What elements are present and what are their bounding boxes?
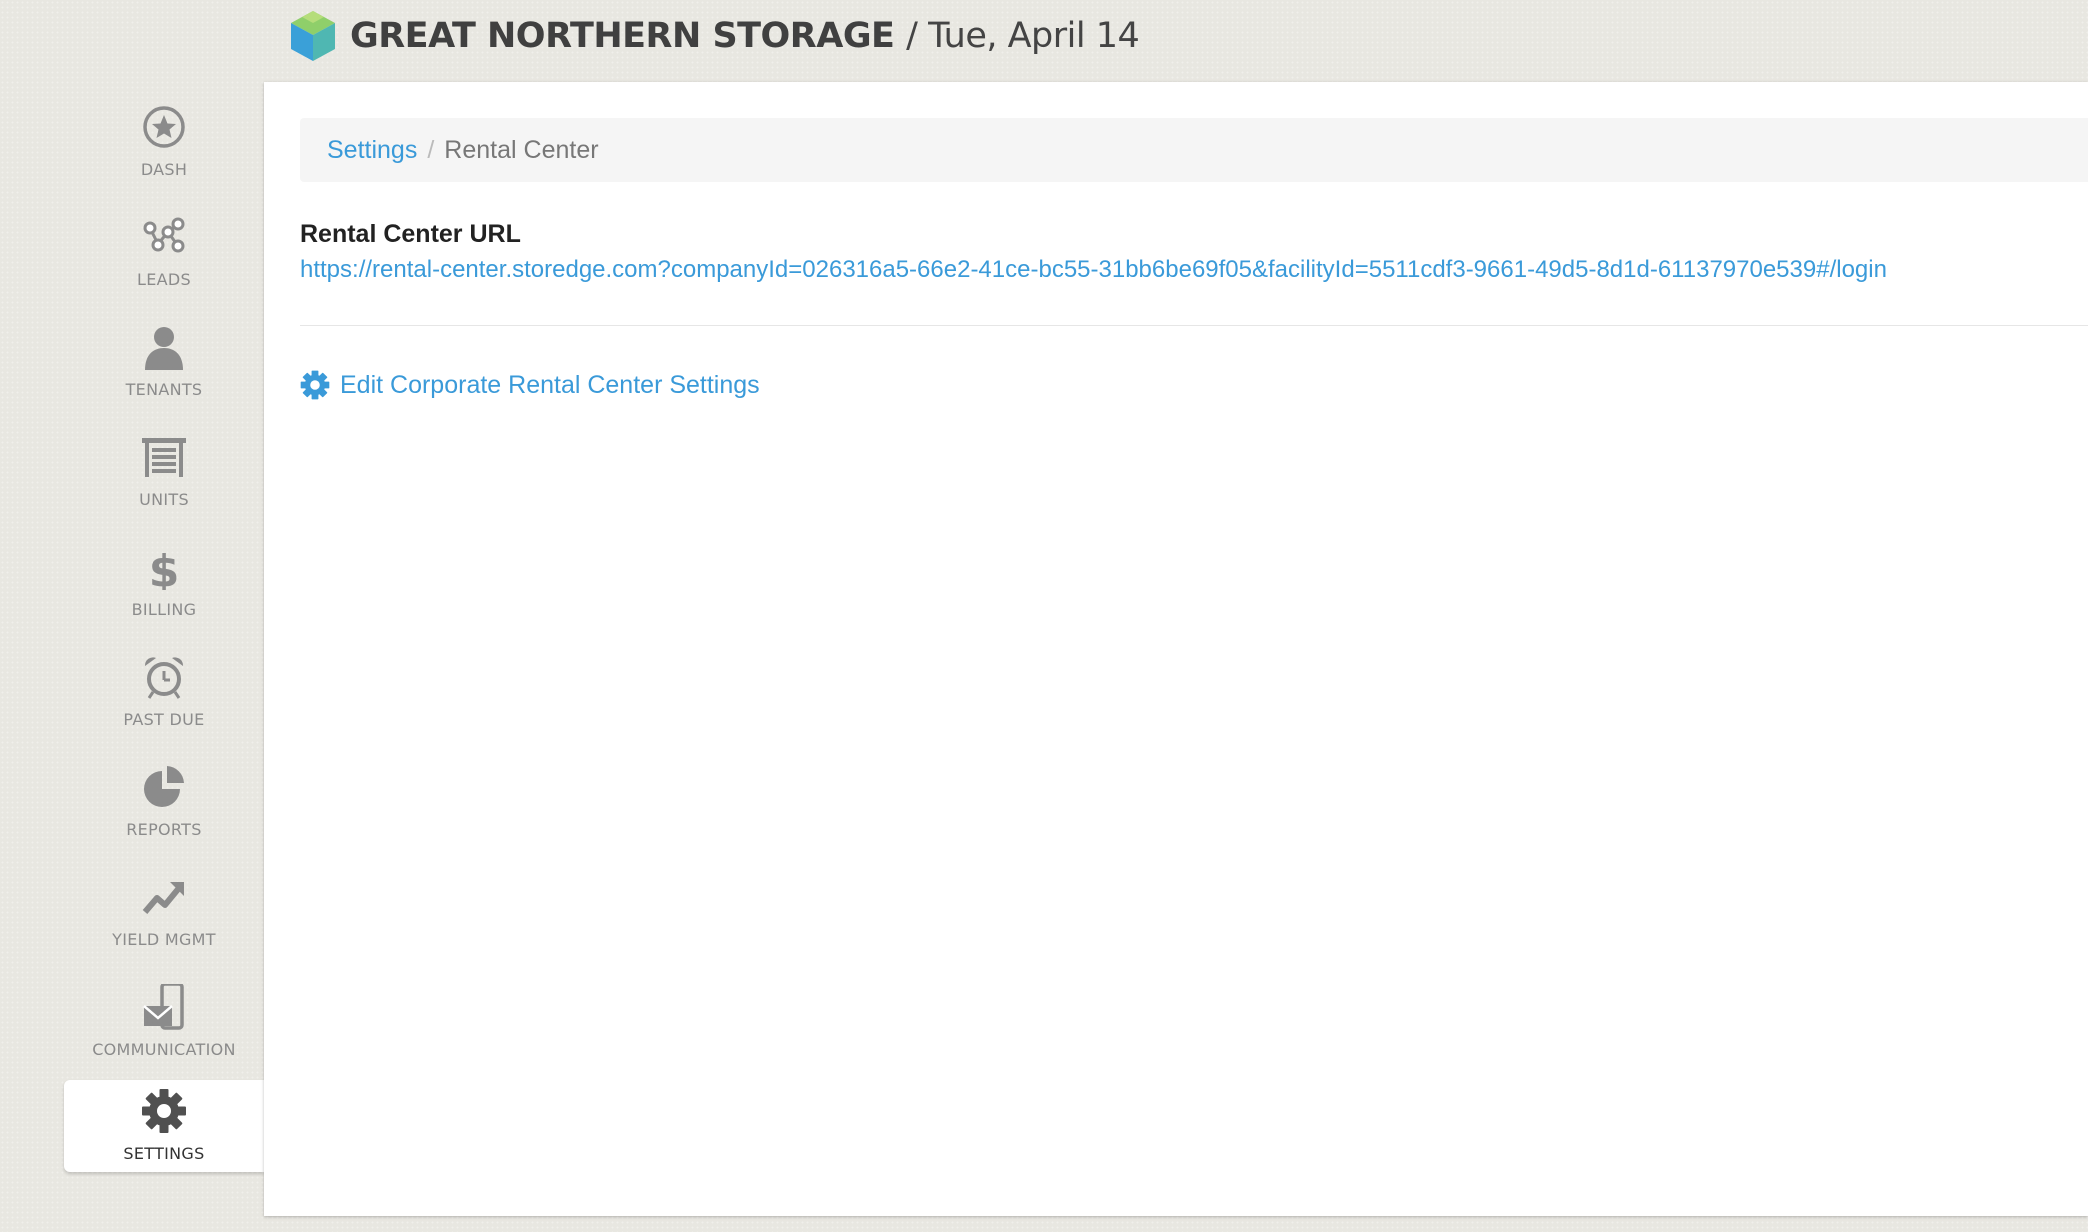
storage-unit-icon — [142, 434, 186, 480]
sidebar-item-label: SETTINGS — [123, 1144, 205, 1163]
rental-center-url-link[interactable]: https://rental-center.storedge.com?compa… — [300, 256, 1887, 284]
sidebar-item-dash[interactable]: DASH — [64, 96, 264, 188]
alarm-clock-icon — [142, 654, 186, 700]
sidebar-item-billing[interactable]: $ BILLING — [64, 536, 264, 628]
edit-corporate-settings-link[interactable]: Edit Corporate Rental Center Settings — [300, 368, 760, 402]
sidebar-item-units[interactable]: UNITS — [64, 426, 264, 518]
sidebar-item-label: YIELD MGMT — [112, 930, 216, 949]
sidebar-item-label: BILLING — [131, 600, 197, 619]
edit-corporate-settings-label: Edit Corporate Rental Center Settings — [340, 370, 760, 399]
svg-text:$: $ — [149, 546, 180, 590]
sidebar-item-label: DASH — [140, 160, 188, 179]
company-name: GREAT NORTHERN STORAGE — [350, 16, 895, 56]
sidebar-nav: DASH LEADS TENANTS UNITS $ BILLING PAST … — [64, 80, 264, 1180]
sidebar-item-reports[interactable]: REPORTS — [64, 756, 264, 848]
divider — [300, 325, 2088, 326]
sidebar-item-label: UNITS — [139, 490, 189, 509]
network-icon — [142, 214, 186, 260]
trending-up-icon — [142, 874, 186, 920]
gear-icon — [300, 370, 330, 400]
sidebar-item-label: TENANTS — [125, 380, 203, 399]
breadcrumb-separator: / — [427, 136, 435, 164]
sidebar-item-label: PAST DUE — [123, 710, 205, 729]
app-header: GREAT NORTHERN STORAGE / Tue, April 14 — [0, 0, 2088, 80]
gear-icon — [142, 1088, 186, 1134]
star-icon — [142, 104, 186, 150]
pie-chart-icon — [142, 764, 186, 810]
dollar-icon: $ — [142, 544, 186, 590]
sidebar-item-yield-mgmt[interactable]: YIELD MGMT — [64, 866, 264, 958]
sidebar-item-tenants[interactable]: TENANTS — [64, 316, 264, 408]
person-icon — [142, 324, 186, 370]
logo-cube-icon — [291, 11, 335, 61]
breadcrumb-settings-link[interactable]: Settings — [327, 136, 417, 164]
sidebar-item-label: LEADS — [137, 270, 191, 289]
brand-title: GREAT NORTHERN STORAGE / Tue, April 14 — [350, 16, 1140, 56]
rental-center-url-label: Rental Center URL — [300, 220, 521, 248]
phone-envelope-icon — [142, 984, 186, 1030]
breadcrumb-current: Rental Center — [444, 136, 599, 164]
sidebar-item-leads[interactable]: LEADS — [64, 206, 264, 298]
main-panel: Settings / Rental Center Rental Center URL… — [264, 82, 2088, 1216]
sidebar-item-settings[interactable]: SETTINGS — [64, 1080, 264, 1172]
sidebar-item-label: REPORTS — [126, 820, 202, 839]
breadcrumb: Settings / Rental Center — [300, 118, 2088, 182]
sidebar-item-past-due[interactable]: PAST DUE — [64, 646, 264, 738]
sidebar-item-communication[interactable]: COMMUNICATION — [64, 976, 264, 1068]
sidebar-item-label: COMMUNICATION — [92, 1040, 236, 1059]
current-date: / Tue, April 14 — [906, 16, 1140, 56]
